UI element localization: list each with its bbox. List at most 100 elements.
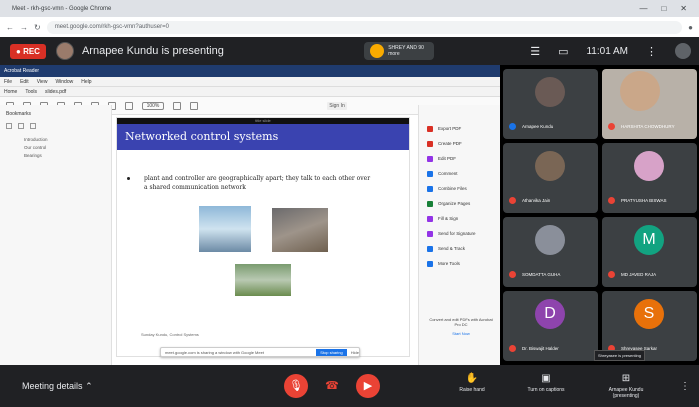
more-options-icon[interactable]: ⋮: [680, 381, 690, 392]
people-icon[interactable]: ☰: [530, 45, 540, 58]
close-window-button[interactable]: ✕: [680, 4, 687, 13]
bookmark-add-icon[interactable]: [6, 123, 12, 129]
slide-image-vehicle: [235, 264, 291, 296]
mic-muted-icon: [608, 197, 615, 204]
bookmark-item[interactable]: Our control: [24, 145, 105, 150]
leave-call-button[interactable]: ☎: [320, 374, 344, 398]
profile-icon[interactable]: ●: [688, 23, 693, 32]
tools-pane: Export PDF Create PDF Edit PDF Comment Combi…: [418, 105, 500, 365]
hand-icon: ✋: [465, 373, 479, 384]
raise-hand-button[interactable]: ✋ Raise hand: [442, 373, 502, 393]
promo-box: Convert and edit PDFs with Acrobat Pro D…: [429, 317, 493, 336]
comment-icon[interactable]: [173, 101, 181, 110]
bullet-dot-icon: [127, 177, 130, 180]
tool-item[interactable]: Create PDF: [427, 136, 494, 151]
participant-tile[interactable]: Atharvika Jain: [503, 143, 598, 213]
bookmark-delete-icon[interactable]: [18, 123, 24, 129]
hide-banner-button[interactable]: Hide: [351, 350, 359, 355]
window-controls: — □ ✕: [639, 4, 687, 13]
self-avatar[interactable]: [675, 43, 691, 59]
tool-icon: [427, 170, 433, 177]
tool-icon: [427, 200, 433, 207]
app-title-bar: Acrobat Reader: [0, 65, 500, 77]
participant-name-row: Dr. Biswajit Halder: [509, 345, 559, 352]
tool-item[interactable]: Export PDF: [427, 121, 494, 136]
participant-tile[interactable]: M MD JAVED RAJA: [602, 217, 697, 287]
app-title: Acrobat Reader: [4, 68, 40, 74]
tab-document[interactable]: slides.pdf: [45, 89, 66, 95]
menu-edit[interactable]: Edit: [20, 79, 29, 85]
avatar-letter: D: [544, 305, 556, 322]
captions-button[interactable]: ▣ Turn on captions: [516, 373, 576, 393]
participant-name: SOMDATTA GUHA: [522, 272, 561, 277]
bookmark-options-icon[interactable]: [30, 123, 36, 129]
promo-link[interactable]: Start Now: [429, 331, 493, 336]
hand-tool-icon[interactable]: [125, 101, 133, 110]
mic-muted-icon: [608, 271, 615, 278]
participant-name: PRATYUSHA BISWAS: [621, 198, 667, 203]
present-icon: ⊞: [621, 373, 631, 384]
participant-tile[interactable]: HARSHITA CHOWDHURY: [602, 69, 697, 139]
tool-label: Create PDF: [438, 141, 462, 146]
menu-file[interactable]: File: [4, 79, 12, 85]
tab-home[interactable]: Home: [4, 89, 17, 95]
browser-chrome: Meet - rkh-gsc-vmn - Google Chrome — □ ✕…: [0, 0, 699, 37]
tool-icon: [427, 215, 433, 222]
menu-help[interactable]: Help: [81, 79, 91, 85]
bookmark-item[interactable]: Bearings: [24, 153, 105, 158]
slide-image-aircraft: [272, 208, 328, 252]
participant-tile[interactable]: SOMDATTA GUHA: [503, 217, 598, 287]
tool-icon: [427, 155, 433, 162]
highlight-icon[interactable]: [190, 101, 198, 110]
activities-icon[interactable]: ⋮: [646, 45, 657, 58]
participant-tile[interactable]: Arnapee Kundu: [503, 69, 598, 139]
presenting-button[interactable]: ⊞ Arnapee Kundu (presenting): [596, 373, 656, 399]
tool-label: Fill & Sign: [438, 216, 459, 221]
participant-avatar: [535, 151, 565, 181]
tab-tools[interactable]: Tools: [25, 89, 37, 95]
maximize-button[interactable]: □: [661, 4, 666, 13]
participants-pill[interactable]: SHREY AND 90 more: [364, 42, 435, 60]
recording-badge: ● REC: [10, 43, 46, 59]
minimize-button[interactable]: —: [639, 4, 647, 13]
mic-off-button[interactable]: 🎙︎: [284, 374, 308, 398]
tool-item[interactable]: More Tools: [427, 256, 494, 271]
address-bar-row: ← → ↻ meet.google.com/rkh-gsc-vmn?authus…: [0, 17, 699, 37]
presenting-text: Arnapee Kundu is presenting: [81, 45, 224, 57]
participants-pill-text: SHREY AND 90 more: [388, 45, 424, 57]
meet-top-bar: ● REC Arnapee Kundu is presenting SHREY …: [0, 37, 699, 65]
participant-name-row: MD JAVED RAJA: [608, 271, 656, 278]
camera-off-button[interactable]: ▶: [356, 374, 380, 398]
forward-icon[interactable]: →: [20, 23, 28, 32]
stop-sharing-button[interactable]: Stop sharing: [316, 348, 347, 356]
tool-item[interactable]: Fill & Sign: [427, 211, 494, 226]
sharing-banner-text: meet.google.com is sharing a window with…: [165, 349, 264, 355]
tool-label: Organize Pages: [438, 201, 471, 206]
tool-item[interactable]: Send & Track: [427, 241, 494, 256]
tool-item[interactable]: Edit PDF: [427, 151, 494, 166]
url-field[interactable]: meet.google.com/rkh-gsc-vmn?authuser=0: [46, 20, 683, 34]
captions-label: Turn on captions: [527, 387, 565, 393]
app-menu-bar: File Edit View Window Help: [0, 77, 500, 87]
chat-icon[interactable]: ▭: [558, 45, 568, 58]
menu-view[interactable]: View: [37, 79, 48, 85]
meeting-details-button[interactable]: Meeting details ⌃: [22, 381, 93, 392]
bookmark-item[interactable]: Introduction: [24, 137, 105, 142]
tool-label: Send for Signature: [438, 231, 476, 236]
zoom-select[interactable]: 100%: [142, 101, 164, 110]
participant-name: Arnapee Kundu: [522, 124, 554, 129]
participant-avatar: D: [535, 299, 565, 329]
tool-label: More Tools: [438, 261, 460, 266]
tool-item[interactable]: Comment: [427, 166, 494, 181]
tool-item[interactable]: Send for Signature: [427, 226, 494, 241]
back-icon[interactable]: ←: [6, 23, 14, 32]
participant-tile[interactable]: PRATYUSHA BISWAS: [602, 143, 697, 213]
tool-item[interactable]: Organize Pages: [427, 196, 494, 211]
participant-tile[interactable]: D Dr. Biswajit Halder: [503, 291, 598, 361]
tool-label: Comment: [438, 171, 458, 176]
tool-item[interactable]: Combine Files: [427, 181, 494, 196]
tab-title[interactable]: Meet - rkh-gsc-vmn - Google Chrome: [12, 6, 639, 12]
reload-icon[interactable]: ↻: [34, 23, 41, 32]
sign-in-button[interactable]: Sign In: [327, 101, 347, 110]
menu-window[interactable]: Window: [55, 79, 73, 85]
